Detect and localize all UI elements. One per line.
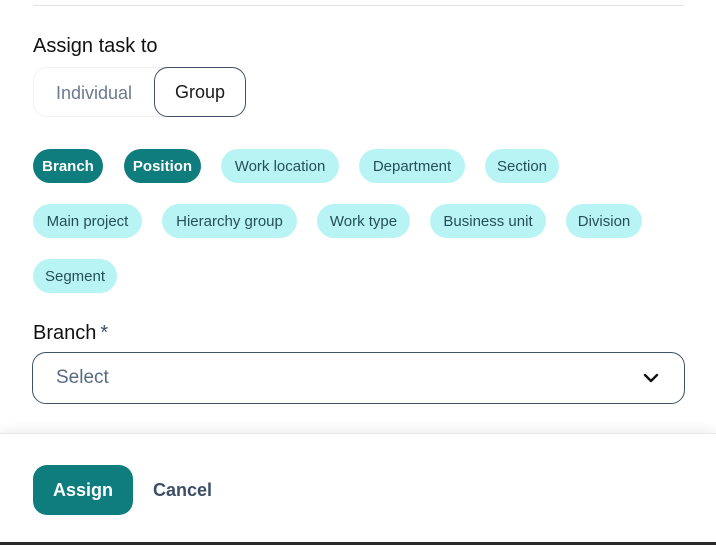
divider: [33, 5, 684, 6]
individual-option[interactable]: Individual: [34, 68, 154, 118]
chip-position[interactable]: Position: [124, 149, 201, 183]
cancel-button[interactable]: Cancel: [153, 465, 212, 515]
dialog-footer: Assign Cancel: [0, 433, 716, 542]
chip-business-unit[interactable]: Business unit: [430, 204, 546, 238]
chip-segment[interactable]: Segment: [33, 259, 117, 293]
chevron-down-icon: [643, 373, 659, 383]
chip-main-project[interactable]: Main project: [33, 204, 142, 238]
branch-select-value: Select: [56, 367, 109, 388]
branch-field-label: Branch *: [33, 321, 108, 345]
required-asterisk: *: [100, 322, 109, 344]
branch-label-text: Branch: [33, 322, 97, 344]
group-option[interactable]: Group: [154, 67, 246, 117]
branch-select[interactable]: Select: [32, 352, 685, 404]
assign-task-panel: Assign task to Individual Group Branch P…: [0, 0, 716, 542]
chip-section[interactable]: Section: [485, 149, 559, 183]
chip-division[interactable]: Division: [566, 204, 642, 238]
chip-work-type[interactable]: Work type: [317, 204, 410, 238]
assign-button[interactable]: Assign: [33, 465, 133, 515]
chip-hierarchy-group[interactable]: Hierarchy group: [162, 204, 297, 238]
chip-department[interactable]: Department: [359, 149, 465, 183]
chip-work-location[interactable]: Work location: [221, 149, 339, 183]
assign-task-title: Assign task to: [33, 35, 158, 57]
chip-branch[interactable]: Branch: [33, 149, 103, 183]
assign-mode-toggle: Individual Group: [33, 67, 246, 118]
